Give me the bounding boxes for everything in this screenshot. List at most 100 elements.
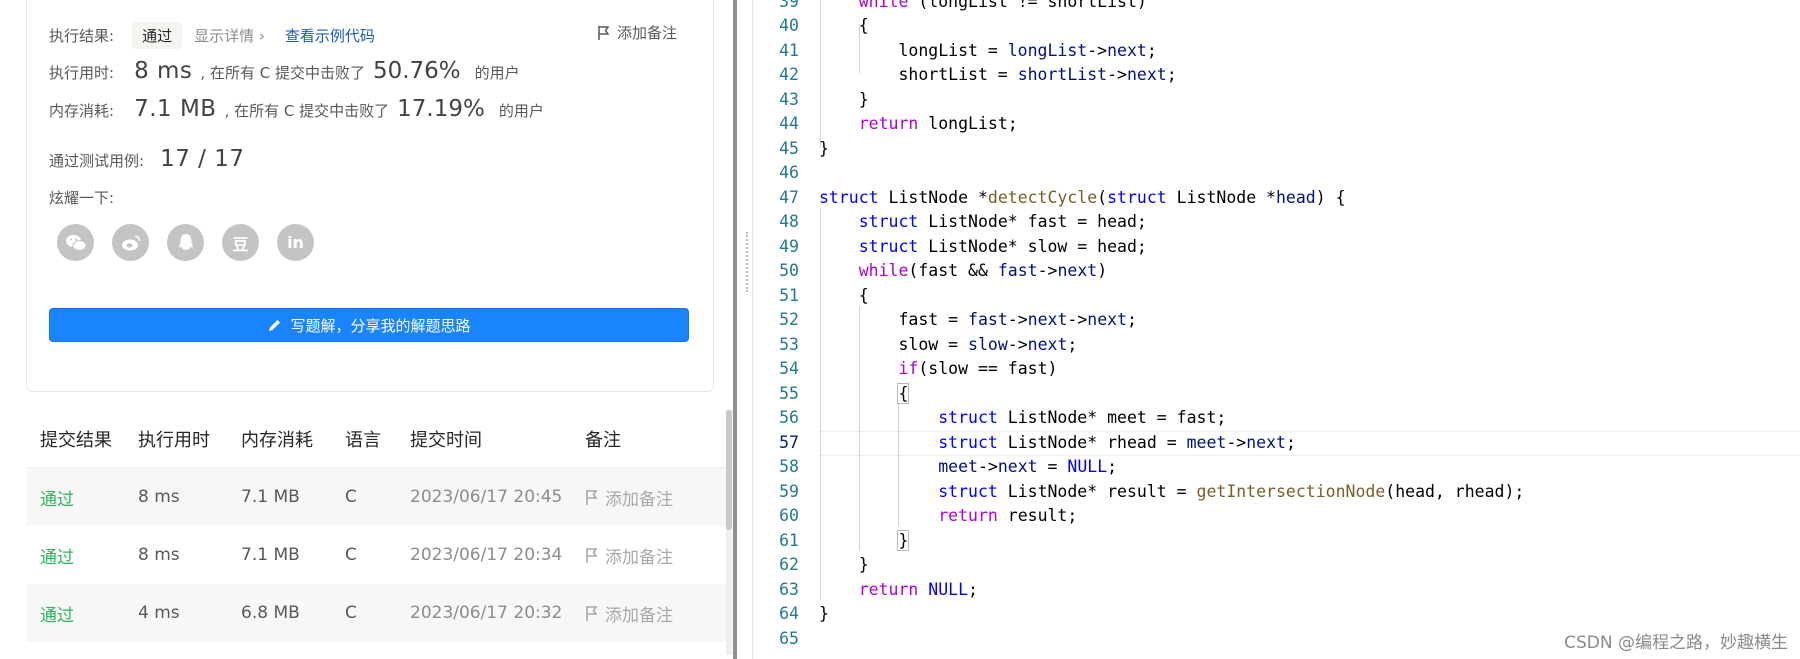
tests-label: 通过测试用例: (49, 152, 145, 170)
flag-icon (586, 605, 598, 621)
code-line: 47 struct ListNode *detectCycle(struct Li… (779, 188, 1346, 207)
tests-value: 17 / 17 (160, 146, 245, 172)
runtime-label: 执行用时: (49, 64, 115, 82)
row-language: C (345, 487, 357, 507)
row-language: C (345, 603, 357, 623)
header-language: 语言 (345, 429, 381, 451)
resize-handle[interactable] (746, 232, 748, 292)
linkedin-icon[interactable]: in (277, 224, 314, 261)
row-language: C (345, 545, 357, 565)
row-add-note-button[interactable]: 添加备注 (577, 601, 726, 626)
row-result[interactable]: 通过 (26, 601, 130, 626)
panel-divider[interactable] (733, 0, 737, 659)
code-line: 43 } (779, 90, 869, 109)
code-line: 48 struct ListNode* fast = head; (779, 212, 1147, 231)
row-add-note-button[interactable]: 添加备注 (577, 543, 726, 568)
code-line: 58 meet->next = NULL; (779, 457, 1118, 476)
memory-label: 内存消耗: (49, 102, 115, 120)
code-line: 40 { (779, 16, 869, 35)
header-memory: 内存消耗 (241, 429, 313, 451)
row-time: 2023/06/17 20:45 (410, 487, 563, 507)
code-line: 53 slow = slow->next; (779, 335, 1078, 354)
runtime-value: 8 ms (134, 58, 193, 84)
row-add-note-button[interactable]: 添加备注 (577, 485, 726, 510)
result-card: 执行结果: 通过 显示详情 › 查看示例代码 添加备注 执行用时: 8 ms ,… (26, 0, 714, 392)
header-note: 备注 (585, 429, 621, 451)
qq-icon[interactable] (167, 224, 204, 261)
code-line: 59 struct ListNode* result = getIntersec… (779, 482, 1525, 501)
row-memory: 6.8 MB (241, 603, 300, 623)
write-solution-button[interactable]: 写题解，分享我的解题思路 (49, 308, 689, 342)
table-row[interactable]: 通过 4 ms 6.8 MB C 2023/06/17 20:32 添加备注 (26, 584, 726, 642)
share-label: 炫耀一下: (49, 189, 115, 207)
code-line: 50 while(fast && fast->next) (779, 261, 1108, 280)
table-row[interactable]: 通过 8 ms 7.1 MB C 2023/06/17 20:34 添加备注 (26, 526, 726, 584)
wechat-icon[interactable] (57, 224, 94, 261)
header-runtime: 执行用时 (138, 429, 210, 451)
runtime-users-text: 的用户 (474, 64, 520, 82)
table-header: 提交结果 执行用时 内存消耗 语言 提交时间 备注 (26, 410, 726, 468)
pencil-icon (269, 319, 281, 331)
memory-beat-text: , 在所有 C 提交中击败了 (224, 102, 390, 120)
code-line: 42 shortList = shortList->next; (779, 65, 1177, 84)
header-time: 提交时间 (410, 429, 482, 451)
row-memory: 7.1 MB (241, 487, 300, 507)
runtime-beat-text: , 在所有 C 提交中击败了 (200, 64, 365, 82)
submission-panel: 执行结果: 通过 显示详情 › 查看示例代码 添加备注 执行用时: 8 ms ,… (0, 0, 738, 659)
submissions-table: 提交结果 执行用时 内存消耗 语言 提交时间 备注 通过 8 ms 7.1 MB… (26, 410, 726, 642)
flag-icon (586, 489, 598, 505)
row-runtime: 8 ms (138, 487, 180, 507)
row-memory: 7.1 MB (241, 545, 300, 565)
view-example-code-link[interactable]: 查看示例代码 (285, 25, 375, 46)
add-note-button[interactable]: 添加备注 (597, 22, 677, 43)
memory-percentile: 17.19% (397, 96, 485, 122)
weibo-icon[interactable] (112, 224, 149, 261)
code-line: 63 return NULL; (779, 580, 978, 599)
tests-row: 通过测试用例: 17 / 17 (49, 146, 244, 172)
show-details-link[interactable]: 显示详情 › (194, 25, 265, 46)
memory-value: 7.1 MB (134, 96, 217, 122)
share-row: 炫耀一下: (49, 187, 114, 208)
result-label: 执行结果: (49, 27, 115, 45)
memory-users-text: 的用户 (498, 102, 544, 120)
runtime-percentile: 50.76% (372, 58, 461, 84)
code-line: 52 fast = fast->next->next; (779, 310, 1137, 329)
chevron-right-icon: › (258, 27, 265, 45)
code-line: 61 } (779, 530, 910, 551)
row-runtime: 8 ms (138, 545, 180, 565)
code-line: 44 return longList; (779, 114, 1018, 133)
row-time: 2023/06/17 20:32 (410, 603, 563, 623)
code-line: 64} (779, 604, 829, 623)
row-time: 2023/06/17 20:34 (410, 545, 563, 565)
flag-icon (586, 547, 598, 563)
code-editor[interactable]: 39 while (longList != shortList) 40 { 41… (753, 0, 1800, 659)
code-line: 55 { (779, 383, 910, 404)
code-line: 51 { (779, 286, 869, 305)
code-line: 54 if(slow == fast) (779, 359, 1058, 378)
code-line: 41 longList = longList->next; (779, 41, 1157, 60)
row-runtime: 4 ms (138, 603, 180, 623)
add-note-label: 添加备注 (616, 24, 677, 42)
code-line: 39 while (longList != shortList) (779, 0, 1147, 11)
code-line: 60 return result; (779, 506, 1078, 525)
memory-row: 内存消耗: 7.1 MB , 在所有 C 提交中击败了 17.19% 的用户 (49, 96, 544, 122)
watermark: CSDN @编程之路，妙趣横生 (1564, 633, 1788, 653)
runtime-row: 执行用时: 8 ms , 在所有 C 提交中击败了 50.76% 的用户 (49, 58, 520, 84)
code-line: 45} (779, 139, 829, 158)
result-row: 执行结果: 通过 显示详情 › 查看示例代码 (49, 22, 375, 49)
code-line: 57 struct ListNode* rhead = meet->next; (779, 433, 1296, 452)
code-line: 46 (779, 163, 799, 182)
row-result[interactable]: 通过 (26, 543, 130, 568)
flag-icon (598, 25, 610, 40)
status-badge: 通过 (132, 22, 183, 49)
code-line: 56 struct ListNode* meet = fast; (779, 408, 1227, 427)
share-icons: 豆 in (57, 224, 314, 261)
code-line: 49 struct ListNode* slow = head; (779, 237, 1147, 256)
douban-icon[interactable]: 豆 (222, 224, 259, 261)
code-line: 62 } (779, 555, 869, 574)
table-row[interactable]: 通过 8 ms 7.1 MB C 2023/06/17 20:45 添加备注 (26, 468, 726, 526)
row-result[interactable]: 通过 (26, 485, 130, 510)
write-solution-label: 写题解，分享我的解题思路 (290, 316, 471, 335)
scrollbar-thumb[interactable] (726, 410, 732, 530)
header-result: 提交结果 (40, 429, 112, 451)
